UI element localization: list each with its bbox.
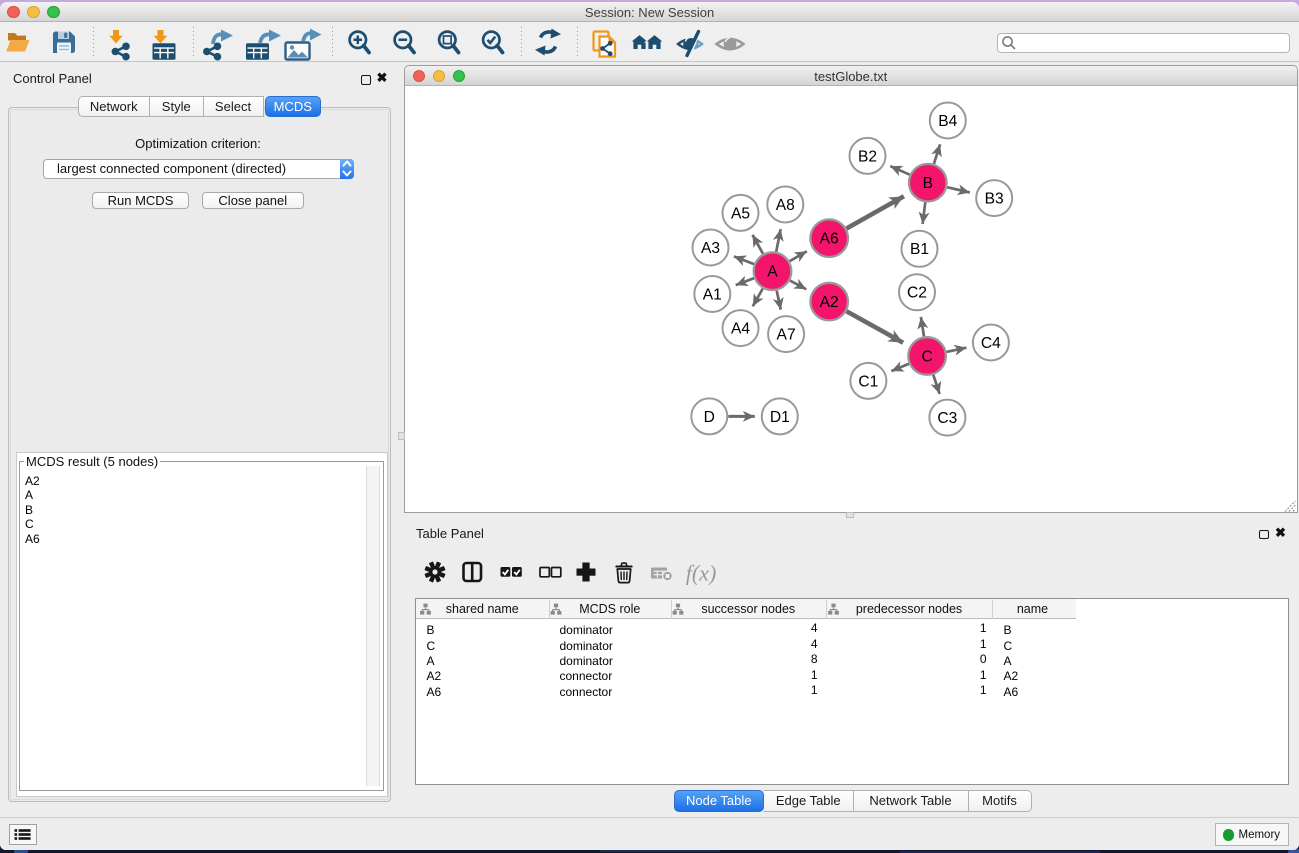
- svg-text:B2: B2: [857, 148, 876, 165]
- svg-text:C1: C1: [858, 373, 878, 390]
- svg-text:A6: A6: [819, 231, 838, 248]
- svg-text:A: A: [767, 264, 778, 281]
- svg-text:B1: B1: [909, 241, 928, 258]
- svg-text:A2: A2: [819, 294, 838, 311]
- svg-text:A5: A5: [730, 205, 749, 222]
- svg-text:B3: B3: [984, 191, 1003, 208]
- svg-text:A7: A7: [776, 327, 795, 344]
- svg-text:C3: C3: [937, 410, 957, 427]
- svg-text:B4: B4: [938, 113, 957, 130]
- svg-text:B: B: [922, 175, 932, 192]
- svg-text:C: C: [921, 348, 932, 365]
- svg-text:C4: C4: [980, 335, 1000, 352]
- svg-text:A4: A4: [730, 321, 749, 338]
- svg-text:A1: A1: [702, 286, 721, 303]
- svg-text:D1: D1: [769, 409, 789, 426]
- svg-text:A8: A8: [775, 197, 794, 214]
- svg-text:A3: A3: [700, 240, 719, 257]
- svg-text:C2: C2: [907, 285, 927, 302]
- svg-text:D: D: [703, 409, 714, 426]
